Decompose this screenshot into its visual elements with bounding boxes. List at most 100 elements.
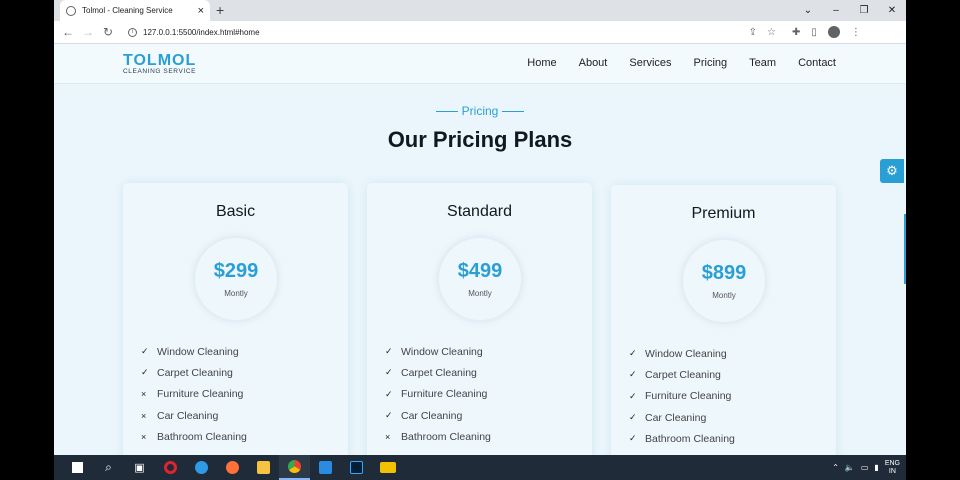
cross-icon: × [141, 389, 147, 400]
new-tab-button[interactable]: + [216, 2, 224, 18]
menu-kebab-icon[interactable]: ⋮ [851, 27, 861, 38]
reload-icon[interactable]: ↻ [98, 25, 118, 39]
feature-label: Carpet Cleaning [645, 368, 721, 381]
check-icon: ✓ [141, 346, 149, 357]
tag-line-left [435, 111, 458, 113]
settings-gear-icon[interactable]: ⚙ [880, 159, 904, 183]
check-icon: ✓ [629, 348, 637, 359]
feature-item: × Car Cleaning [141, 405, 247, 426]
back-icon[interactable]: ← [58, 25, 78, 39]
feature-item: ✓ Carpet Cleaning [629, 364, 735, 385]
plan-price: $499 [457, 260, 503, 282]
tab-search-icon[interactable]: ⌄ [794, 5, 822, 16]
restore-icon[interactable]: ❐ [850, 5, 878, 16]
feature-item: ✓ Carpet Cleaning [141, 362, 247, 383]
bookmark-star-icon[interactable]: ☆ [767, 27, 776, 38]
plan-period: Montly [712, 291, 736, 300]
nav-team[interactable]: Team [749, 57, 776, 69]
firefox-icon[interactable] [217, 455, 248, 480]
feature-list: ✓ Window Cleaning ✓ Carpet Cleaning ✓ Furni… [385, 341, 491, 447]
plan-price: $899 [701, 262, 747, 284]
logo-main-text: TOLMOL [123, 52, 197, 69]
screen: Tolmol - Cleaning Service × + ⌄ – ❐ ✕ ← … [0, 0, 960, 480]
language-indicator[interactable]: ENG IN [885, 460, 900, 476]
feature-label: Car Cleaning [645, 411, 707, 424]
battery-icon[interactable]: ▮ [874, 463, 878, 472]
plan-name: Standard [447, 203, 512, 220]
tab-strip: Tolmol - Cleaning Service × + ⌄ – ❐ ✕ [54, 0, 906, 21]
tab-close-icon[interactable]: × [198, 5, 204, 17]
nav-contact[interactable]: Contact [798, 57, 836, 69]
feature-item: ✓ Window Cleaning [141, 341, 247, 362]
plan-card-standard: Standard $499 Montly ✓ Window Cleaning ✓ C… [367, 183, 592, 455]
check-icon: ✓ [385, 410, 393, 421]
network-icon[interactable]: ▭ [861, 463, 869, 472]
feature-item: ✓ Window Cleaning [629, 343, 735, 364]
windows-start-icon[interactable] [62, 455, 93, 480]
cross-icon: × [141, 431, 147, 442]
feature-label: Window Cleaning [645, 347, 727, 360]
url-text[interactable]: 127.0.0.1:5500/index.html#home [143, 28, 749, 37]
feature-item: × Bathroom Cleaning [141, 426, 247, 447]
profile-avatar-icon[interactable] [827, 26, 840, 38]
opera-icon[interactable] [155, 455, 186, 480]
tool-icon[interactable] [372, 455, 403, 480]
tab-title: Tolmol - Cleaning Service [82, 6, 173, 15]
forward-icon[interactable]: → [78, 25, 98, 39]
browser-window: Tolmol - Cleaning Service × + ⌄ – ❐ ✕ ← … [54, 0, 906, 455]
section-tag-text: Pricing [461, 104, 499, 118]
taskbar-apps: ⌕ ▣ [62, 455, 403, 480]
main-nav: Home About Services Pricing Team Contact [527, 57, 836, 69]
extensions-icon[interactable]: ✚ [792, 27, 800, 38]
scrollbar-thumb[interactable] [904, 214, 906, 284]
check-icon: ✓ [629, 433, 637, 444]
browser-toolbar: ← → ↻ i 127.0.0.1:5500/index.html#home ⇪… [54, 21, 906, 44]
search-icon[interactable]: ⌕ [93, 455, 124, 480]
address-bar[interactable]: i 127.0.0.1:5500/index.html#home ⇪ ☆ [122, 23, 782, 41]
plan-card-premium: Premium $899 Montly ✓ Window Cleaning ✓ Ca… [611, 185, 836, 455]
nav-services[interactable]: Services [629, 57, 671, 69]
edge-icon[interactable] [186, 455, 217, 480]
feature-label: Furniture Cleaning [401, 388, 488, 401]
windows-taskbar: ⌕ ▣ ⌃ 🔈 ▭ ▮ ENG IN [54, 455, 906, 480]
nav-about[interactable]: About [579, 57, 608, 69]
plan-card-basic: Basic $299 Montly ✓ Window Cleaning ✓ Carp… [123, 183, 348, 455]
window-controls: ⌄ – ❐ ✕ [794, 0, 906, 21]
site-logo[interactable]: TOLMOL CLEANING SERVICE [123, 53, 196, 76]
close-window-icon[interactable]: ✕ [878, 5, 906, 16]
minimize-icon[interactable]: – [822, 5, 850, 16]
feature-label: Window Cleaning [157, 345, 239, 358]
system-tray: ⌃ 🔈 ▭ ▮ ENG IN [832, 455, 900, 480]
feature-label: Carpet Cleaning [157, 366, 233, 379]
lang-region: IN [888, 467, 896, 475]
check-icon: ✓ [141, 367, 149, 378]
section-tag: Pricing [54, 104, 906, 118]
chevron-up-icon[interactable]: ⌃ [832, 463, 839, 472]
check-icon: ✓ [629, 369, 637, 380]
section-title: Our Pricing Plans [387, 127, 573, 152]
vscode-icon[interactable] [310, 455, 341, 480]
plan-price: $299 [213, 260, 259, 282]
feature-label: Bathroom Cleaning [157, 430, 247, 443]
cross-icon: × [141, 410, 147, 421]
feature-item: ✓ Furniture Cleaning [629, 386, 735, 407]
site-info-icon[interactable]: i [128, 27, 137, 37]
nav-home[interactable]: Home [527, 57, 556, 69]
check-icon: ✓ [629, 412, 637, 423]
task-view-icon[interactable]: ▣ [124, 455, 155, 480]
feature-list: ✓ Window Cleaning ✓ Carpet Cleaning ✓ Furni… [629, 343, 735, 449]
price-circle: $499 Montly [437, 236, 523, 322]
photoshop-icon[interactable] [341, 455, 372, 480]
tab-tolmol[interactable]: Tolmol - Cleaning Service × [60, 0, 210, 21]
volume-icon[interactable]: 🔈 [845, 463, 855, 472]
feature-item: ✓ Car Cleaning [385, 405, 491, 426]
plan-period: Montly [224, 289, 248, 298]
chrome-icon[interactable] [279, 455, 310, 480]
side-panel-icon[interactable]: ▯ [811, 27, 817, 38]
price-circle: $299 Montly [193, 236, 279, 322]
nav-pricing[interactable]: Pricing [694, 57, 728, 69]
share-icon[interactable]: ⇪ [749, 27, 757, 38]
tag-line-right [502, 111, 525, 113]
feature-item: ✓ Furniture Cleaning [385, 384, 491, 405]
file-explorer-icon[interactable] [248, 455, 279, 480]
